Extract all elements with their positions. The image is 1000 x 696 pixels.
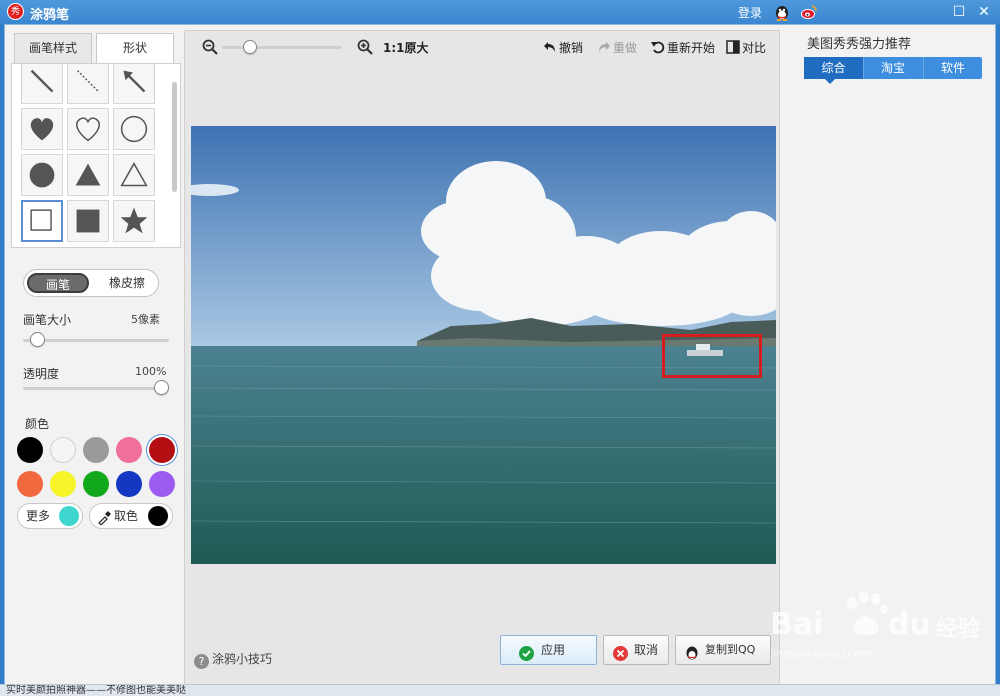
opacity-slider[interactable]: [23, 387, 169, 390]
maximize-button[interactable]: ☐: [950, 3, 968, 21]
restart-icon: [651, 40, 665, 54]
color-swatch[interactable]: [83, 437, 109, 463]
dashed-line-shape-icon[interactable]: [67, 64, 109, 104]
compare-button[interactable]: 对比: [742, 39, 766, 56]
color-picker-button[interactable]: 取色: [89, 503, 173, 529]
cancel-label: 取消: [634, 643, 659, 657]
apply-button[interactable]: 应用: [500, 635, 597, 665]
arrow-shape-icon[interactable]: [113, 64, 155, 104]
opacity-knob[interactable]: [154, 380, 169, 395]
restart-button[interactable]: 重新开始: [667, 39, 715, 56]
star-filled-shape-icon[interactable]: [113, 200, 155, 242]
shape-tabs: 画笔样式 形状: [14, 33, 176, 63]
square-outline-shape-icon[interactable]: [21, 200, 63, 242]
apply-label: 应用: [541, 643, 566, 657]
color-swatch[interactable]: [149, 437, 175, 463]
tab-brush-style[interactable]: 画笔样式: [14, 33, 92, 63]
brush-mode-button[interactable]: 画笔: [27, 273, 89, 293]
zoom-out-icon[interactable]: [202, 39, 218, 55]
heart-filled-shape-icon[interactable]: [21, 108, 63, 150]
color-swatch[interactable]: [17, 471, 43, 497]
login-link[interactable]: 登录: [738, 4, 762, 21]
color-swatch[interactable]: [149, 471, 175, 497]
actual-size-button[interactable]: 1:1原大: [383, 39, 429, 56]
brush-size-label: 画笔大小: [23, 313, 72, 327]
status-bar: 实时美颜拍照神器——不修图也能美美哒: [0, 684, 1000, 696]
tab-taobao[interactable]: 淘宝: [863, 57, 922, 79]
opacity-label: 透明度: [23, 367, 60, 381]
red-rectangle-annotation[interactable]: [662, 334, 762, 378]
triangle-filled-shape-icon[interactable]: [67, 154, 109, 196]
color-swatch[interactable]: [17, 437, 43, 463]
scroll-thumb[interactable]: [172, 82, 177, 192]
qq-icon: [684, 642, 700, 660]
undo-icon: [543, 40, 557, 54]
opacity-value: 100%: [135, 365, 167, 378]
photo-canvas[interactable]: [191, 126, 776, 564]
brush-size-knob[interactable]: [29, 332, 45, 347]
brush-size-value: 5像素: [131, 313, 160, 326]
color-picker-label: 取色: [114, 509, 139, 523]
square-filled-shape-icon[interactable]: [67, 200, 109, 242]
check-icon: [519, 643, 534, 661]
qq-penguin-icon[interactable]: [773, 3, 791, 21]
main-frame: 画笔样式 形状 画笔 橡皮擦 画笔大小 5像素 透明度 100% 颜色 更多 取…: [4, 24, 996, 692]
color-swatch[interactable]: [50, 471, 76, 497]
triangle-outline-shape-icon[interactable]: [113, 154, 155, 196]
picked-color: [148, 506, 168, 526]
shape-grid: [11, 63, 181, 248]
compare-icon: [726, 40, 740, 54]
brush-size-slider[interactable]: [23, 339, 169, 342]
redo-button[interactable]: 重做: [613, 39, 637, 56]
recommend-panel: 美图秀秀强力推荐 综合 淘宝 软件: [785, 30, 993, 688]
cancel-button[interactable]: 取消: [603, 635, 669, 665]
circle-filled-shape-icon[interactable]: [21, 154, 63, 196]
canvas-toolbar: 1:1原大 撤销 重做 重新开始 对比: [185, 31, 779, 63]
tab-general[interactable]: 综合: [804, 57, 863, 79]
undo-button[interactable]: 撤销: [559, 39, 583, 56]
active-tab-caret: [825, 79, 835, 84]
weibo-icon[interactable]: [800, 3, 818, 21]
canvas-area: 1:1原大 撤销 重做 重新开始 对比 ? 涂鸦小技巧 应用 取消 复制到QQ: [184, 30, 780, 688]
color-swatch[interactable]: [50, 437, 76, 463]
question-icon: ?: [194, 654, 209, 669]
zoom-knob[interactable]: [243, 40, 258, 54]
app-logo: 秀: [7, 3, 24, 20]
color-swatch[interactable]: [83, 471, 109, 497]
tab-shape[interactable]: 形状: [96, 33, 174, 63]
recommend-title: 美图秀秀强力推荐: [807, 37, 912, 52]
color-swatch[interactable]: [116, 471, 142, 497]
tab-software[interactable]: 软件: [923, 57, 982, 79]
copy-to-qq-label: 复制到QQ: [705, 643, 756, 656]
brush-eraser-toggle: 画笔 橡皮擦: [23, 269, 159, 297]
redo-icon: [597, 40, 611, 54]
cancel-x-icon: [613, 643, 628, 661]
more-colors-button[interactable]: 更多: [17, 503, 83, 529]
window-title: 涂鸦笔: [30, 8, 70, 23]
left-panel: 画笔样式 形状 画笔 橡皮擦 画笔大小 5像素 透明度 100% 颜色 更多 取…: [11, 33, 183, 688]
doodle-tips-link[interactable]: ? 涂鸦小技巧: [194, 650, 272, 669]
zoom-in-icon[interactable]: [357, 39, 373, 55]
circle-outline-shape-icon[interactable]: [113, 108, 155, 150]
eyedropper-icon: [97, 509, 111, 526]
tips-label: 涂鸦小技巧: [212, 652, 273, 666]
eraser-mode-button[interactable]: 橡皮擦: [96, 274, 158, 292]
color-label: 颜色: [25, 417, 50, 431]
more-colors-label: 更多: [26, 509, 51, 523]
shape-scrollbar[interactable]: [169, 64, 179, 247]
heart-outline-shape-icon[interactable]: [67, 108, 109, 150]
color-swatch[interactable]: [116, 437, 142, 463]
zoom-slider[interactable]: [222, 46, 342, 49]
close-button[interactable]: ✕: [975, 3, 993, 21]
current-more-color: [59, 506, 79, 526]
title-bar: 秀 涂鸦笔 登录 ☐ ✕: [0, 0, 1000, 24]
line-shape-icon[interactable]: [21, 64, 63, 104]
copy-to-qq-button[interactable]: 复制到QQ: [675, 635, 771, 665]
recommend-tabs: 综合 淘宝 软件: [804, 57, 982, 79]
